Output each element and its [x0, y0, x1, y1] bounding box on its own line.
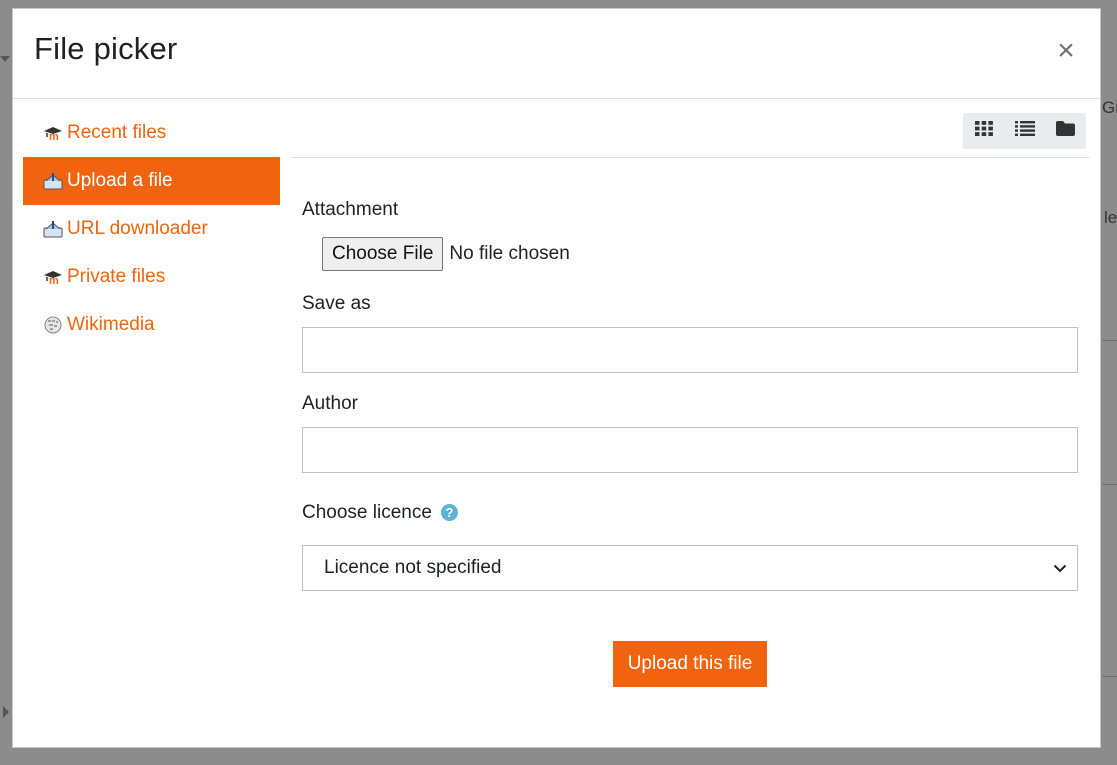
sidebar-item-label: Private files	[67, 266, 166, 287]
sidebar-item-private-files[interactable]: m Private files	[23, 253, 280, 301]
view-icons-button[interactable]	[963, 113, 1004, 149]
upload-form: Attachment Choose File No file chosen Sa…	[302, 199, 1078, 591]
author-input[interactable]	[302, 427, 1078, 473]
backdrop-fragment-gr: Gr	[1102, 98, 1117, 117]
backdrop-dashed-line	[1102, 676, 1117, 677]
moodle-icon: m	[43, 267, 63, 287]
upload-this-file-button[interactable]: Upload this file	[613, 641, 767, 687]
sidebar-item-label: URL downloader	[67, 218, 208, 239]
licence-label-row: Choose licence ?	[302, 502, 1078, 524]
repository-list: m Recent files Upload a file URL downloa…	[23, 109, 280, 349]
upload-icon	[43, 171, 63, 191]
backdrop-caret-down-icon	[0, 56, 10, 62]
svg-text:m: m	[49, 131, 59, 140]
backdrop-caret-right-icon	[3, 706, 9, 718]
view-toggle-toolbar	[963, 113, 1086, 149]
help-icon[interactable]: ?	[440, 503, 458, 521]
wikimedia-icon	[43, 315, 63, 335]
view-details-button[interactable]	[1004, 113, 1045, 149]
attachment-label: Attachment	[302, 199, 399, 220]
sidebar-item-label: Upload a file	[67, 170, 173, 191]
sidebar-item-recent-files[interactable]: m Recent files	[23, 109, 280, 157]
chevron-down-icon	[1053, 557, 1067, 579]
backdrop-dashed-line	[1102, 484, 1117, 485]
sidebar-item-wikimedia[interactable]: Wikimedia	[23, 301, 280, 349]
no-file-chosen-text: No file chosen	[449, 243, 570, 264]
sidebar-item-url-downloader[interactable]: URL downloader	[23, 205, 280, 253]
choose-licence-label: Choose licence	[302, 502, 432, 523]
moodle-icon: m	[43, 123, 63, 143]
dialog-header: File picker ×	[13, 9, 1100, 99]
author-label: Author	[302, 393, 358, 414]
folder-icon	[1056, 121, 1075, 141]
sidebar-item-label: Recent files	[67, 122, 167, 143]
save-as-label: Save as	[302, 293, 371, 314]
sidebar-item-upload-a-file[interactable]: Upload a file	[23, 157, 280, 205]
backdrop-fragment-e: le	[1104, 208, 1117, 227]
close-button[interactable]: ×	[1052, 34, 1080, 67]
file-picker-dialog: File picker × m Recent files Upload a fi…	[12, 8, 1101, 748]
dialog-title: File picker	[34, 31, 178, 66]
file-chooser: Choose File No file chosen	[302, 237, 1078, 271]
licence-select[interactable]: Licence not specified	[302, 545, 1078, 591]
backdrop-dashed-line	[1102, 340, 1117, 341]
grid-icon	[974, 121, 993, 141]
url-download-icon	[43, 219, 63, 239]
close-icon: ×	[1057, 34, 1075, 67]
list-icon	[1014, 121, 1035, 141]
view-tree-button[interactable]	[1045, 113, 1086, 149]
choose-file-button[interactable]: Choose File	[322, 237, 444, 271]
licence-selected-value: Licence not specified	[324, 557, 502, 578]
toolbar-divider	[291, 157, 1090, 158]
svg-text:m: m	[49, 275, 59, 284]
save-as-input[interactable]	[302, 327, 1078, 373]
sidebar-item-label: Wikimedia	[67, 314, 155, 335]
